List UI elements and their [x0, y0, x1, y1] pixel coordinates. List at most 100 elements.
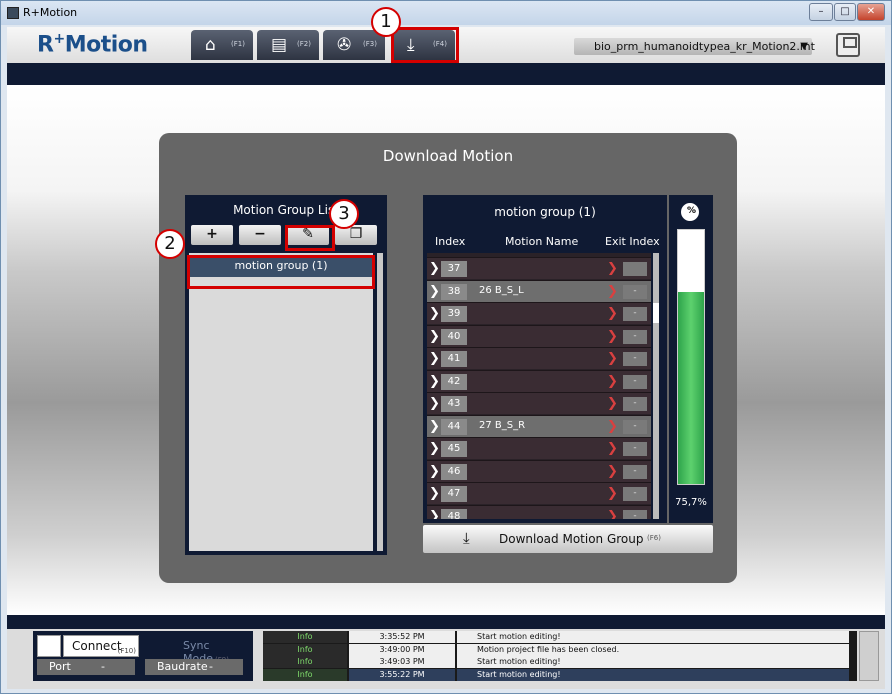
window-title: R+Motion	[23, 6, 78, 19]
table-row[interactable]: ❯ 43 ❯ -	[427, 392, 651, 414]
download-motion-dialog: Download Motion Motion Group List + − ✎ …	[159, 133, 737, 583]
log-row[interactable]: Info 3:55:22 PM Start motion editing!	[263, 668, 857, 681]
row-index: 42	[441, 373, 467, 390]
chevron-right-icon: ❯	[429, 441, 440, 456]
column-index: Index	[435, 235, 466, 248]
connection-indicator	[37, 635, 61, 657]
footer-strip	[7, 615, 885, 629]
row-exit-index[interactable]: -	[623, 419, 647, 434]
log-row[interactable]: Info 3:49:00 PM Motion project file has be…	[263, 643, 857, 656]
group-list[interactable]	[189, 253, 373, 551]
log-message: Start motion editing!	[457, 656, 849, 668]
column-exit-index: Exit Index	[605, 235, 660, 248]
highlight-group-item	[187, 255, 375, 289]
log-message: Motion project file has been closed.	[457, 643, 849, 656]
exit-arrow-icon: ❯	[607, 463, 618, 479]
row-index: 37	[441, 261, 467, 277]
minimize-button[interactable]: –	[809, 3, 833, 21]
tab-motion-edit[interactable]: ▤ (F2)	[257, 30, 319, 60]
log-time: 3:49:03 PM	[349, 656, 455, 668]
motion-file-select[interactable]: bio_prm_humanoidtypea_kr_Motion2.mt ▼	[574, 38, 815, 55]
table-row[interactable]: ❯ 40 ❯ -	[427, 324, 651, 347]
log-level: Info	[263, 668, 347, 681]
scroll-thumb[interactable]	[653, 303, 659, 323]
memory-gauge: 75,7%	[669, 195, 713, 523]
table-row[interactable]: ❯ 39 ❯ -	[427, 302, 651, 324]
row-exit-index[interactable]: -	[623, 307, 647, 321]
group-list-scrollbar[interactable]	[377, 253, 383, 551]
row-index: 43	[441, 396, 467, 412]
row-exit-index[interactable]: -	[623, 464, 647, 479]
download-motion-group-button[interactable]: ⤓ Download Motion Group (F6)	[423, 525, 713, 553]
tab-motion-play[interactable]: ✇ (F3)	[323, 30, 385, 60]
app-icon	[7, 7, 19, 19]
chevron-right-icon: ❯	[429, 486, 440, 501]
exit-arrow-icon: ❯	[607, 373, 618, 389]
log-message: Start motion editing!	[457, 631, 849, 643]
chevron-right-icon: ❯	[429, 418, 440, 434]
maximize-button[interactable]: □	[834, 3, 856, 21]
pie-percent-icon	[681, 203, 699, 221]
row-motion-name: 26 B_S_L	[479, 284, 524, 296]
logo-r: R	[37, 32, 54, 58]
row-exit-index[interactable]: -	[623, 397, 647, 411]
exit-arrow-icon: ❯	[607, 441, 618, 456]
connect-button[interactable]: Connect (F10)	[63, 635, 139, 657]
log-scrollbar[interactable]	[859, 631, 879, 681]
port-value: -	[101, 660, 105, 673]
marker-1: 1	[371, 7, 401, 37]
motion-group-panel: motion group (1) Index Motion Name Exit …	[423, 195, 667, 523]
app-logo: R+Motion	[37, 31, 148, 57]
row-index: 47	[441, 486, 467, 502]
download-button-label: Download Motion Group	[499, 532, 644, 546]
column-motion-name: Motion Name	[505, 235, 579, 248]
log-time: 3:35:52 PM	[349, 631, 455, 643]
row-exit-index[interactable]: -	[623, 509, 647, 519]
exit-arrow-icon: ❯	[607, 486, 618, 501]
baudrate-select[interactable]: Baudrate -	[145, 659, 243, 675]
motion-rows: ❯ 37 ❯ ❯ 38 26 B_S_L ❯ - ❯ 39 ❯ - ❯ 40 ❯ - ❯ 41 ❯ - ❯ 42 ❯ - ❯ 43…	[427, 253, 651, 519]
exit-arrow-icon: ❯	[607, 261, 618, 276]
table-row[interactable]: ❯ 47 ❯ -	[427, 482, 651, 504]
marker-3: 3	[329, 199, 359, 229]
row-exit-index[interactable]: -	[623, 487, 647, 501]
log-row[interactable]: Info 3:49:03 PM Start motion editing!	[263, 656, 857, 668]
row-exit-index[interactable]: -	[623, 374, 647, 389]
row-exit-index[interactable]	[623, 262, 647, 276]
table-row[interactable]: ❯ 41 ❯ -	[427, 347, 651, 369]
remove-group-button[interactable]: −	[239, 225, 281, 245]
table-row[interactable]: ❯ 44 27 B_S_R ❯ -	[427, 414, 651, 437]
table-row[interactable]: ❯ 45 ❯ -	[427, 437, 651, 459]
close-button[interactable]: ✕	[857, 3, 885, 21]
film-icon: ▤	[271, 35, 288, 55]
row-motion-name: 27 B_S_R	[479, 419, 526, 431]
table-row[interactable]: ❯ 46 ❯ -	[427, 459, 651, 482]
table-row[interactable]: ❯ 38 26 B_S_L ❯ -	[427, 279, 651, 302]
workspace: Download Motion Motion Group List + − ✎ …	[7, 85, 885, 615]
exit-arrow-icon: ❯	[607, 396, 618, 411]
dialog-title: Download Motion	[382, 147, 514, 165]
row-exit-index[interactable]: -	[623, 284, 647, 299]
tab-home[interactable]: ⌂ (F1)	[191, 30, 253, 60]
reel-icon: ✇	[337, 35, 352, 55]
row-exit-index[interactable]: -	[623, 329, 647, 344]
row-exit-index[interactable]: -	[623, 442, 647, 456]
row-exit-index[interactable]: -	[623, 352, 647, 366]
chevron-right-icon: ❯	[429, 328, 440, 344]
table-row[interactable]: ❯ 42 ❯ -	[427, 369, 651, 392]
table-row[interactable]: ❯ 37 ❯	[427, 257, 651, 279]
table-row[interactable]: ❯ 48 ❯ -	[427, 504, 651, 519]
save-icon[interactable]	[836, 33, 860, 57]
baudrate-value: -	[209, 660, 213, 673]
log-level: Info	[263, 656, 347, 668]
logo-text: Motion	[64, 32, 148, 58]
motion-rows-scrollbar[interactable]	[653, 253, 659, 519]
log-row[interactable]: Info 3:35:52 PM Start motion editing!	[263, 631, 857, 643]
title-bar: R+Motion – □ ✕	[1, 1, 891, 25]
baudrate-label: Baudrate	[157, 660, 208, 673]
connect-label: Connect	[72, 639, 122, 653]
chevron-right-icon: ❯	[429, 283, 440, 299]
add-group-button[interactable]: +	[191, 225, 233, 245]
port-select[interactable]: Port -	[37, 659, 135, 675]
gauge-fill	[678, 291, 704, 484]
